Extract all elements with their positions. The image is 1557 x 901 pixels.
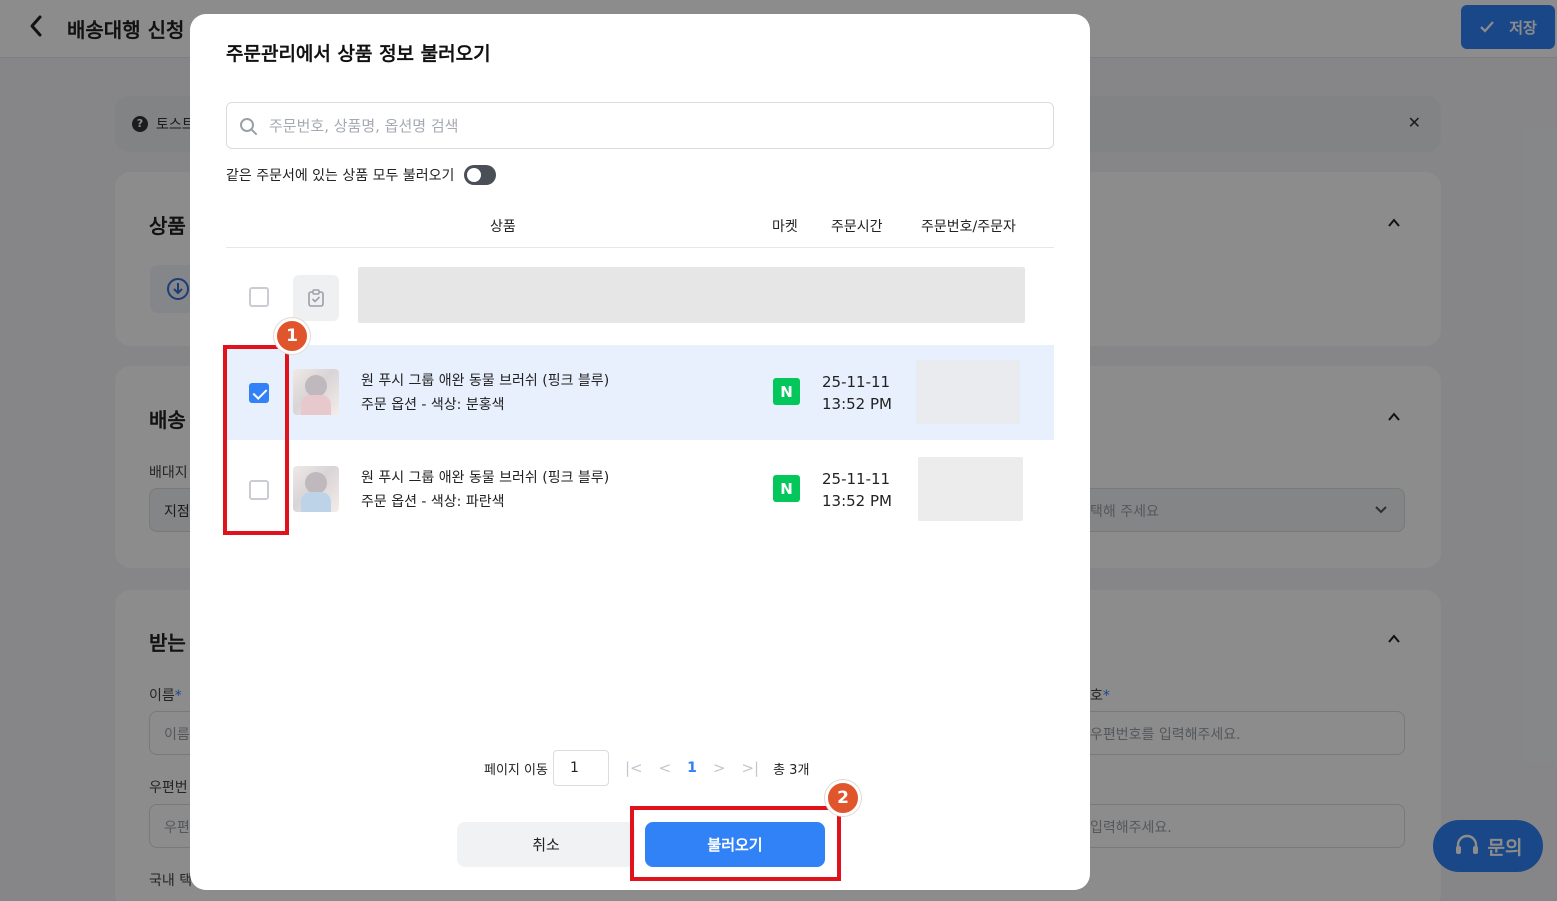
clipboard-check-icon — [308, 289, 324, 307]
order-number-redacted — [916, 360, 1020, 424]
product-option: 주문 옵션 - 색상: 분홍색 — [361, 397, 505, 413]
highlight-checkbox-column — [223, 345, 289, 535]
prev-page-icon[interactable]: < — [659, 759, 672, 777]
table-row[interactable]: 원 푸시 그룹 애완 동물 브러쉬 (핑크 블루) 주문 옵션 - 색상: 파란… — [226, 442, 1054, 537]
order-clock: 13:52 PM — [822, 492, 892, 510]
cancel-button[interactable]: 취소 — [457, 822, 635, 867]
order-time: 25-11-11 13:52 PM — [822, 371, 892, 415]
order-date: 25-11-11 — [822, 470, 891, 488]
order-clock: 13:52 PM — [822, 395, 892, 413]
skeleton-bar — [358, 267, 1025, 323]
col-order-time: 주문시간 — [831, 219, 883, 235]
skeleton-thumb — [293, 275, 339, 321]
table-header: 상품 마켓 주문시간 주문번호/주문자 — [226, 207, 1054, 248]
total-count: 총 3개 — [773, 762, 810, 778]
next-page-icon[interactable]: > — [713, 759, 726, 777]
same-order-toggle[interactable] — [464, 165, 497, 185]
pagination: 페이지 이동 1 |< < 1 > >| 총 3개 — [484, 750, 809, 786]
page-input[interactable]: 1 — [552, 750, 609, 786]
toggle-label: 같은 주문서에 있는 상품 모두 불러오기 — [226, 168, 455, 184]
order-number-redacted — [918, 457, 1023, 521]
toggle-knob — [467, 168, 482, 182]
first-page-icon[interactable]: |< — [625, 759, 643, 777]
product-name: 원 푸시 그룹 애완 동물 브러쉬 (핑크 블루) — [361, 373, 610, 389]
modal-title: 주문관리에서 상품 정보 불러오기 — [226, 43, 491, 65]
col-market: 마켓 — [772, 219, 798, 235]
toggle-row: 같은 주문서에 있는 상품 모두 불러오기 — [226, 165, 497, 185]
page-go-label: 페이지 이동 — [484, 762, 548, 778]
current-page[interactable]: 1 — [687, 760, 697, 776]
product-option: 주문 옵션 - 색상: 파란색 — [361, 494, 505, 510]
select-all-row — [226, 267, 1054, 327]
order-time: 25-11-11 13:52 PM — [822, 468, 892, 512]
product-name: 원 푸시 그룹 애완 동물 브러쉬 (핑크 블루) — [361, 470, 610, 486]
naver-icon: N — [773, 378, 800, 405]
highlight-load-button — [630, 806, 841, 881]
table-row[interactable]: 원 푸시 그룹 애완 동물 브러쉬 (핑크 블루) 주문 옵션 - 색상: 분홍… — [226, 345, 1054, 440]
search-icon — [240, 118, 257, 135]
col-order-no: 주문번호/주문자 — [921, 219, 1016, 235]
last-page-icon[interactable]: >| — [741, 759, 759, 777]
col-product: 상품 — [490, 219, 516, 235]
import-modal: 주문관리에서 상품 정보 불러오기 같은 주문서에 있는 상품 모두 불러오기 … — [190, 14, 1090, 890]
step-badge-2: 2 — [825, 780, 861, 816]
search-input[interactable] — [269, 113, 1029, 139]
product-thumbnail — [293, 466, 339, 512]
step-badge-1: 1 — [274, 318, 310, 354]
search-box — [226, 102, 1054, 149]
order-date: 25-11-11 — [822, 373, 891, 391]
select-all-checkbox[interactable] — [249, 287, 269, 307]
naver-icon: N — [773, 475, 800, 502]
product-thumbnail — [293, 369, 339, 415]
